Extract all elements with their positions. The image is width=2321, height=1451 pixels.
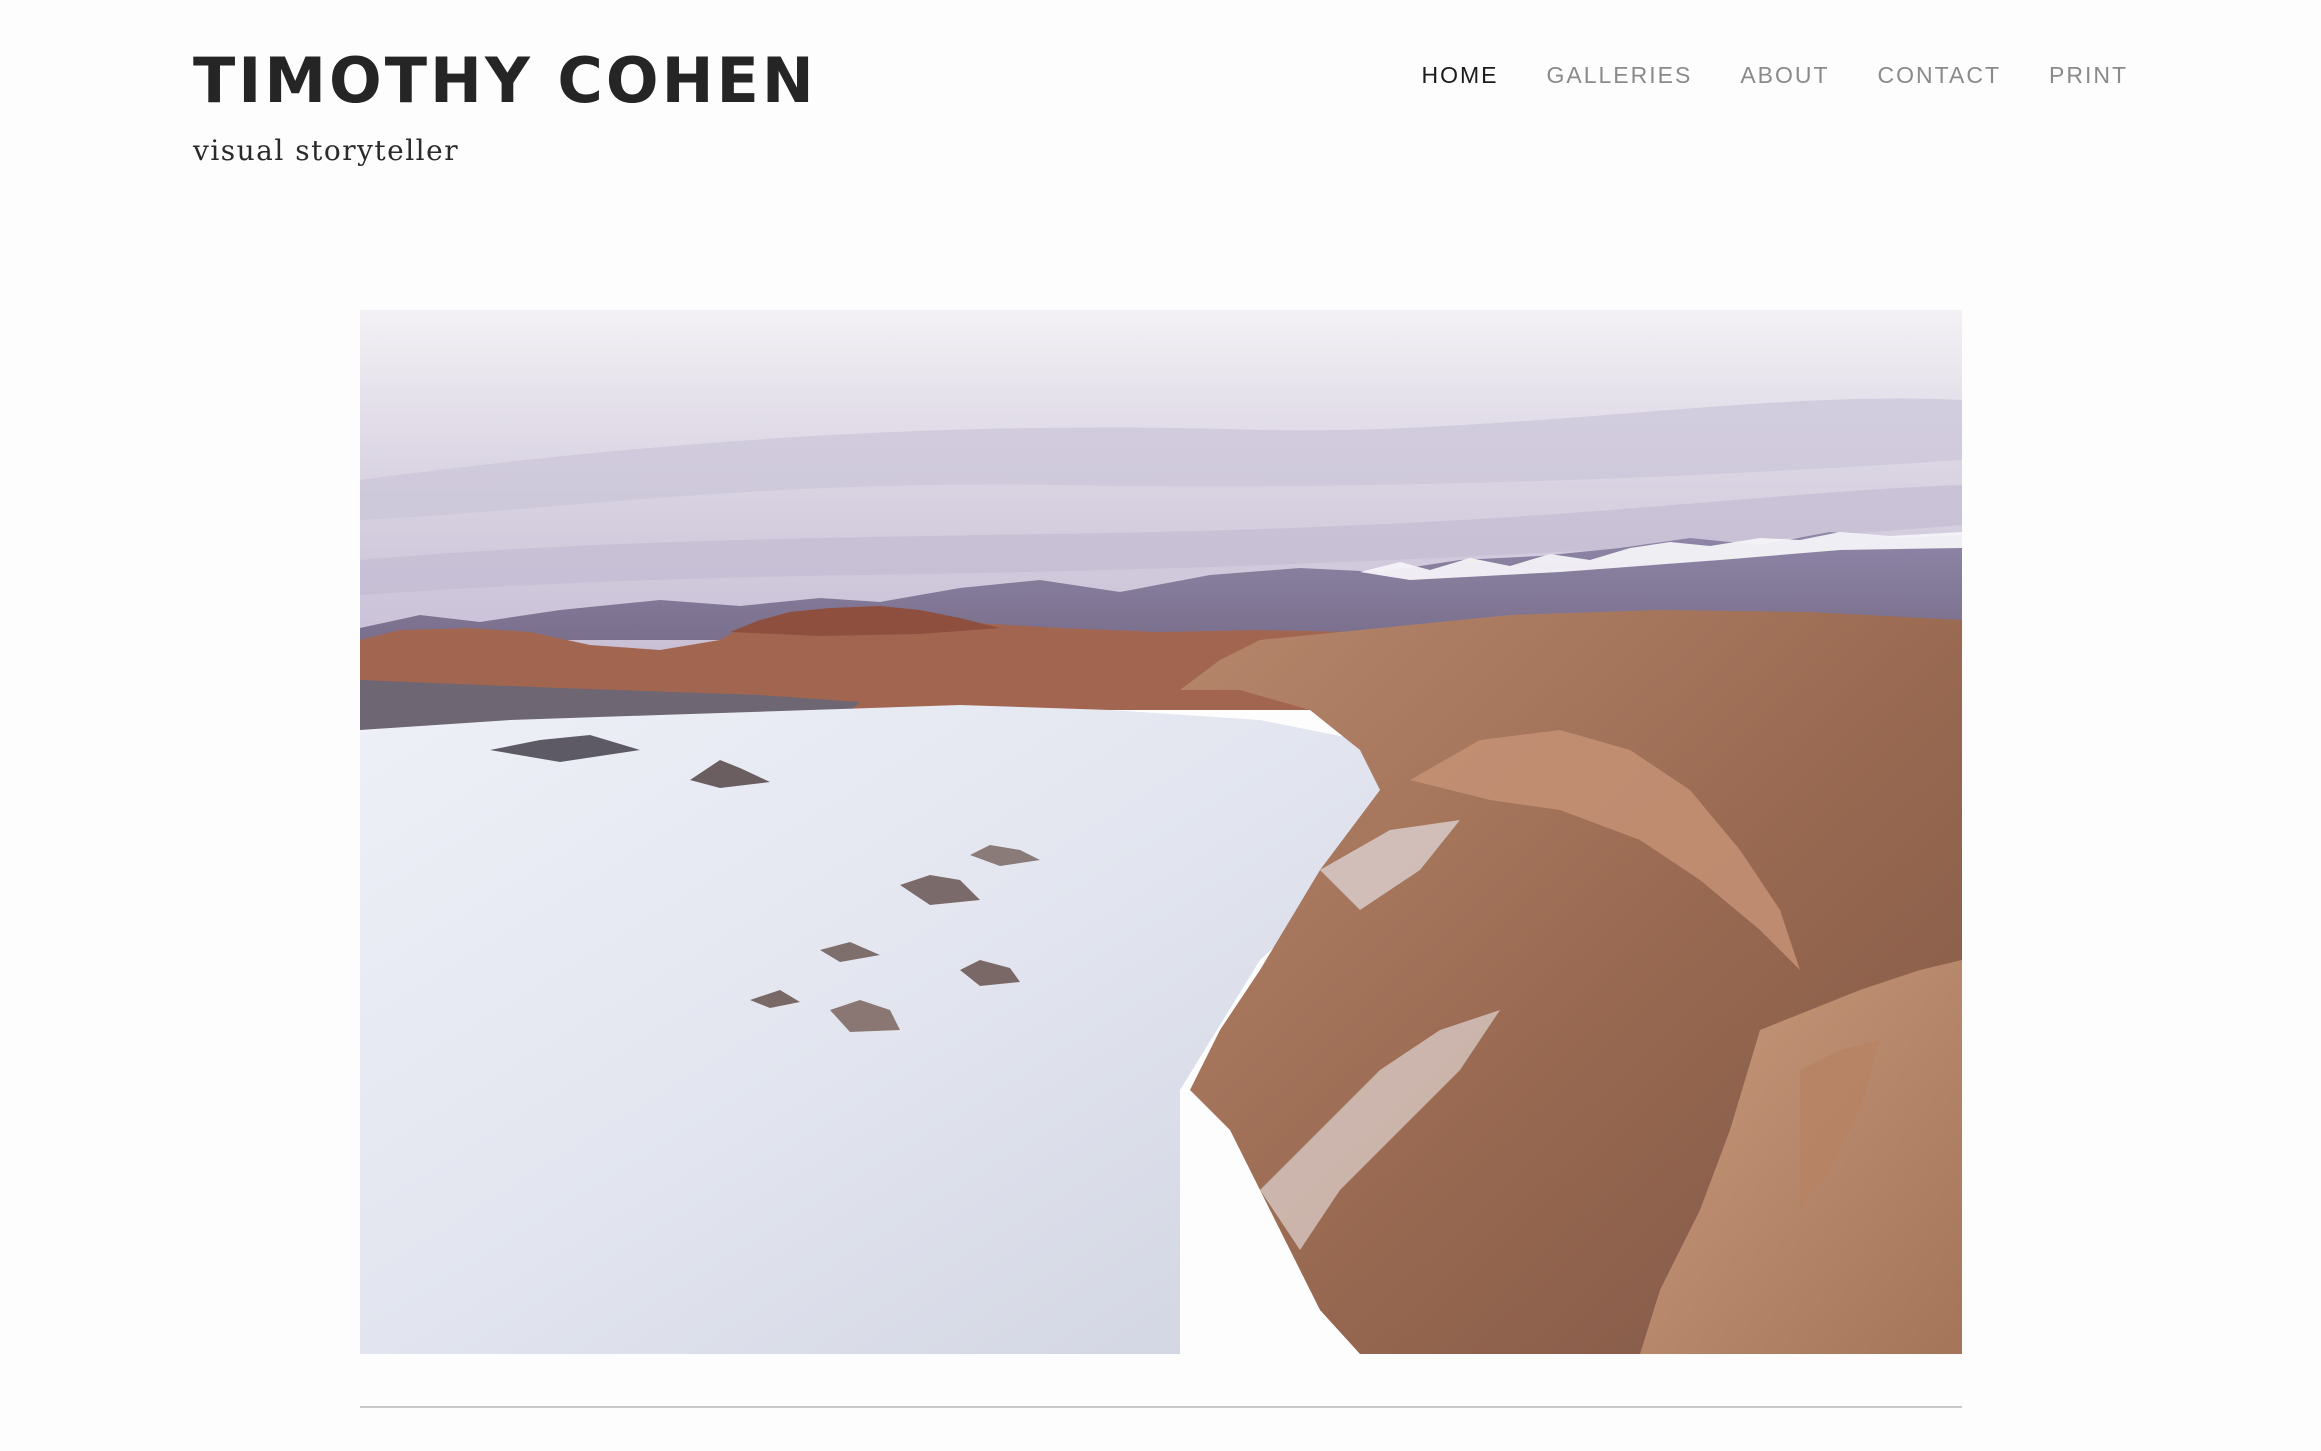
nav-print-link[interactable]: PRINT (2049, 62, 2128, 89)
site-title[interactable]: TIMOTHY COHEN (193, 40, 817, 122)
nav-home-link[interactable]: HOME (1421, 62, 1498, 89)
main-nav: HOME GALLERIES ABOUT CONTACT PRINT (1421, 62, 2128, 89)
nav-contact-link[interactable]: CONTACT (1878, 62, 2001, 89)
landscape-photo-illustration (360, 310, 1962, 1354)
nav-galleries-link[interactable]: GALLERIES (1546, 62, 1692, 89)
hero-landscape-photo[interactable] (360, 310, 1962, 1354)
brand[interactable]: TIMOTHY COHEN visual storyteller (193, 40, 817, 167)
site-header: TIMOTHY COHEN visual storyteller HOME GA… (0, 0, 2321, 200)
site-tagline: visual storyteller (193, 134, 460, 167)
content-divider (360, 1406, 1962, 1408)
nav-about-link[interactable]: ABOUT (1740, 62, 1829, 89)
